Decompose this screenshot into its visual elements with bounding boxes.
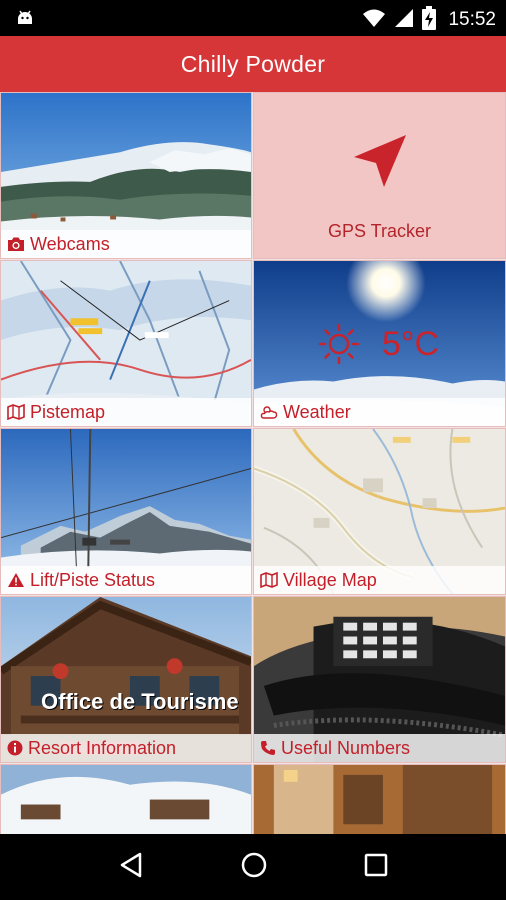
interior-image [254,765,505,834]
tile-useful-numbers[interactable]: Useful Numbers [253,596,506,763]
camera-icon [8,237,24,251]
menu-grid: Webcams GPS Tracker Pistemap 5°C Weather… [0,92,506,834]
tile-label-text: Lift/Piste Status [30,569,156,590]
tile-interior[interactable] [253,764,506,834]
tile-gps-tracker[interactable]: GPS Tracker [253,92,506,259]
home-icon[interactable] [240,851,268,883]
sun-icon [318,323,360,365]
recents-icon[interactable] [364,853,388,881]
tile-label-text: Resort Information [28,737,177,758]
map-icon [260,572,278,588]
tile-label-text: Webcams [30,233,110,254]
status-icons: 15:52 [362,6,496,34]
back-icon[interactable] [118,851,144,883]
navigation-bar [0,834,506,900]
android-icon [14,7,36,33]
battery-charging-icon [422,6,437,34]
warning-icon [8,573,24,587]
tile-weather[interactable]: 5°C Weather [253,260,506,427]
tile-village-map[interactable]: Village Map [253,428,506,595]
tile-label: Useful Numbers [254,734,505,762]
info-icon [7,740,23,756]
tile-label-text: Pistemap [30,401,106,422]
status-time: 15:52 [448,9,496,30]
app-bar: Chilly Powder [0,36,506,92]
weather-readout: 5°C [318,323,439,365]
phone-icon [261,741,275,755]
tile-snow-chalet[interactable] [0,764,252,834]
tile-label: Lift/Piste Status [1,566,251,594]
tile-label: Resort Information [1,734,251,762]
wifi-icon [362,7,386,33]
tile-pistemap[interactable]: Pistemap [0,260,252,427]
tile-resort-information[interactable]: Office de Tourisme Resort Information [0,596,252,763]
signal-icon [394,7,414,33]
tile-webcams[interactable]: Webcams [0,92,252,259]
tile-label: Pistemap [1,398,251,426]
snow-chalet-image [1,765,251,834]
tile-label: Webcams [1,230,251,258]
tile-label-text: Useful Numbers [281,737,411,758]
tourism-sign-text: Office de Tourisme [41,689,239,714]
map-icon [7,404,25,420]
tile-label: Weather [254,398,505,426]
status-bar: 15:52 [0,0,506,36]
tile-lift-piste-status[interactable]: Lift/Piste Status [0,428,252,595]
tile-label: Village Map [254,566,505,594]
tile-label-text: Village Map [283,569,377,590]
temperature-text: 5°C [382,324,440,363]
tile-label-text: GPS Tracker [327,221,432,241]
tile-label-text: Weather [283,401,351,422]
app-title: Chilly Powder [180,50,326,77]
cloud-sun-icon [260,406,278,419]
navigation-arrow-icon [354,135,406,187]
